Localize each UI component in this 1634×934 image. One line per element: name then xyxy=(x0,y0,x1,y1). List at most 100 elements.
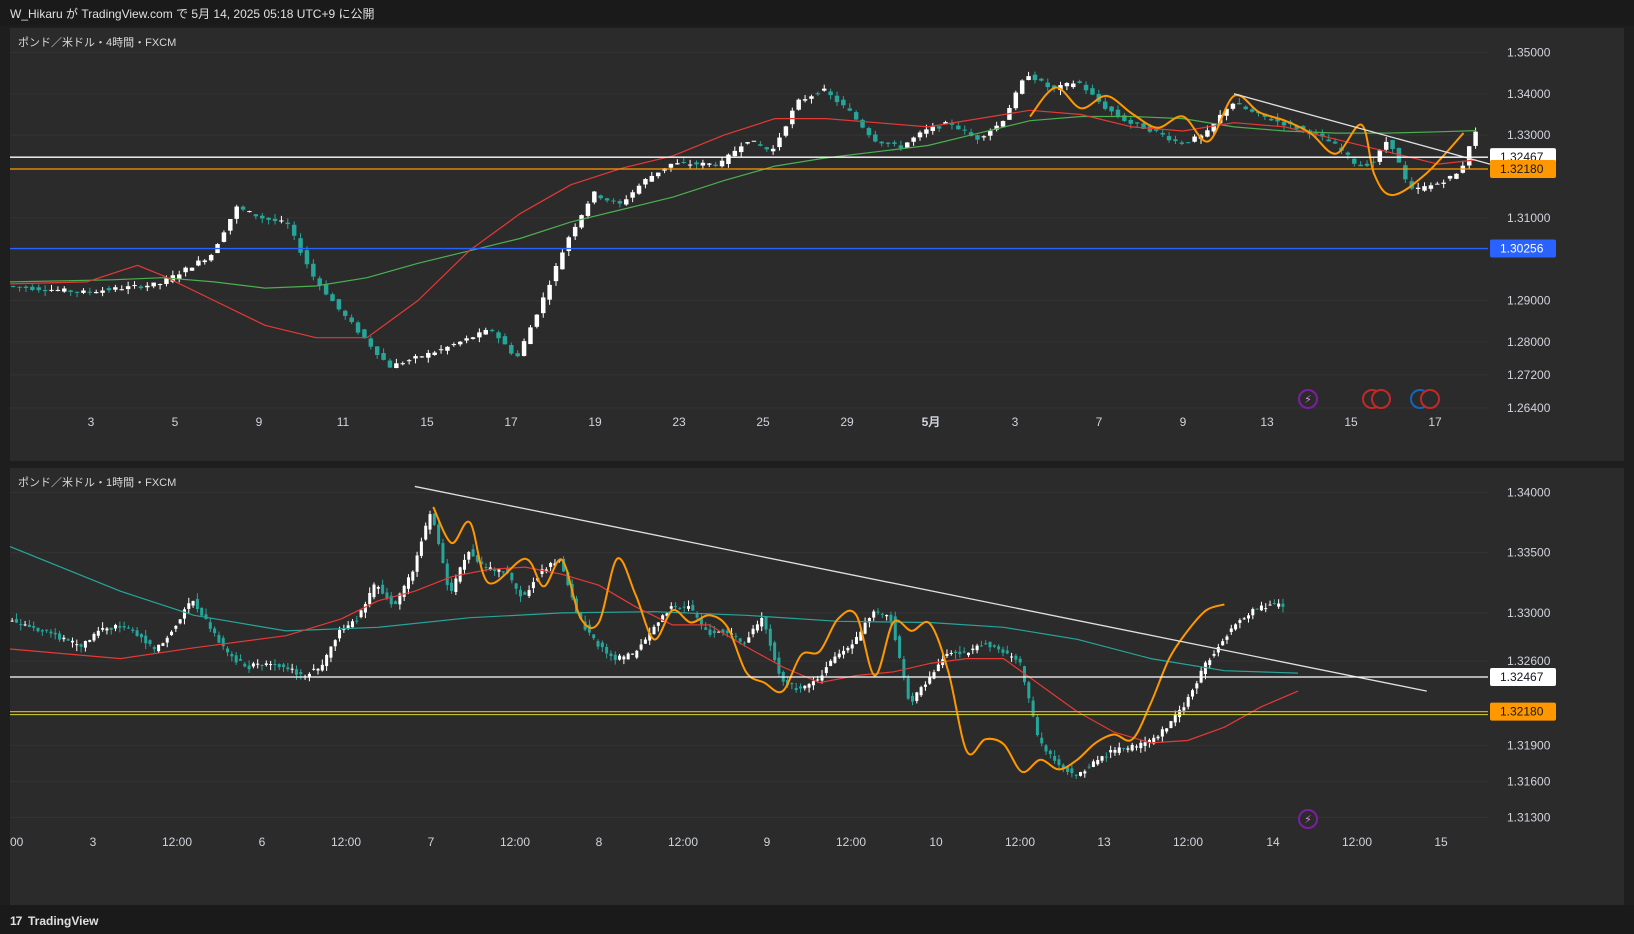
candle-body xyxy=(1179,142,1185,144)
price-axis-label: 1.31600 xyxy=(1507,774,1551,788)
candle-body xyxy=(286,667,290,670)
candle-body xyxy=(841,99,846,106)
candle-body xyxy=(678,607,682,609)
candle-body xyxy=(157,644,161,652)
chart-panel-1h[interactable]: 1.34000 1.33500 1.33000 1.32600 1.31900 1.316… xyxy=(10,468,1624,905)
candle-body xyxy=(1005,650,1009,654)
candle-body xyxy=(381,584,385,594)
candle-body xyxy=(299,671,303,675)
candle-body xyxy=(291,224,297,236)
economic-event-flag-icon[interactable] xyxy=(1420,389,1440,409)
candle-body xyxy=(406,360,412,362)
candle-body xyxy=(783,126,789,136)
candle-body xyxy=(833,656,837,663)
candle-body xyxy=(975,645,979,651)
price-axis-label: 1.33000 xyxy=(1507,606,1551,620)
candle-body xyxy=(226,648,230,653)
time-axis-label: 17 xyxy=(504,415,518,429)
candle-body xyxy=(368,338,374,347)
candle-body xyxy=(138,286,144,289)
candle-body xyxy=(747,637,751,643)
candle-body xyxy=(1281,121,1287,126)
candle-body xyxy=(911,137,916,142)
chart-panel-4h[interactable]: 1.35000 1.34000 1.33000 1.31000 1.29000 1.280… xyxy=(10,28,1624,461)
moving-average-short xyxy=(10,566,1299,744)
candle-body xyxy=(694,162,699,165)
candle-body xyxy=(518,589,522,597)
candle-body xyxy=(905,142,910,148)
chart-4h-svg[interactable]: 1.35000 1.34000 1.33000 1.31000 1.29000 1.280… xyxy=(10,28,1624,461)
candle-body xyxy=(330,294,335,302)
candle-body xyxy=(592,634,596,639)
publish-text: W_Hikaru が TradingView.com で 5月 14, 2025… xyxy=(10,7,375,21)
candle-body xyxy=(768,628,772,646)
candle-body xyxy=(100,290,105,293)
trendline[interactable] xyxy=(414,485,1427,692)
candle-body xyxy=(598,195,603,199)
candle-body xyxy=(553,266,559,282)
candle-body xyxy=(515,353,520,357)
candle-body xyxy=(23,624,27,626)
candle-body xyxy=(191,600,195,606)
candle-body xyxy=(119,289,124,291)
candle-body xyxy=(997,646,1001,650)
candle-body xyxy=(202,260,208,263)
candle-body xyxy=(962,129,967,131)
candle-body xyxy=(988,641,992,648)
candle-body xyxy=(424,525,428,540)
candle-body xyxy=(316,668,320,671)
candle-body xyxy=(282,664,286,668)
candle-body xyxy=(1195,683,1199,689)
candle-body xyxy=(708,629,712,635)
time-axis-label: 29 xyxy=(840,415,854,429)
candle-body xyxy=(528,327,533,345)
candle-body xyxy=(962,651,966,653)
candle-body xyxy=(596,641,600,647)
economic-event-flag-icon[interactable] xyxy=(1371,389,1391,409)
candle-body xyxy=(936,126,942,129)
candle-body xyxy=(592,191,597,203)
candle-body xyxy=(1169,721,1173,729)
candle-body xyxy=(811,681,815,686)
candle-body xyxy=(419,541,423,556)
candle-body xyxy=(1249,109,1255,112)
candle-body xyxy=(1268,604,1272,606)
chart-1h-svg[interactable]: 1.34000 1.33500 1.33000 1.32600 1.31900 1.316… xyxy=(10,468,1624,905)
time-axis-label: 3 xyxy=(1012,415,1019,429)
time-axis-label: 7 xyxy=(428,835,435,849)
candle-body xyxy=(1117,747,1121,753)
time-axis-label: 15 xyxy=(420,415,434,429)
candle-body xyxy=(850,644,854,649)
candle-body xyxy=(118,625,122,628)
time-axis-label: 11 xyxy=(337,415,350,429)
candle-body xyxy=(19,624,23,626)
candle-body xyxy=(732,150,738,157)
candle-body xyxy=(834,95,840,103)
candle-body xyxy=(695,613,699,618)
candle-body xyxy=(755,624,759,631)
price-level-tag-label: 1.32467 xyxy=(1500,670,1544,684)
candle-body xyxy=(1064,83,1070,87)
tradingview-logo[interactable]: 17 TradingView xyxy=(10,914,98,928)
candle-body xyxy=(58,633,62,640)
time-axis-label: 13 xyxy=(1097,835,1111,849)
candle-body xyxy=(1109,750,1113,753)
candle-body xyxy=(213,628,217,634)
candle-body xyxy=(764,616,768,630)
candle-body xyxy=(742,642,746,644)
time-axis-label: 12:00 xyxy=(668,835,698,849)
candle-body xyxy=(541,297,546,314)
candle-body xyxy=(1048,750,1052,755)
candle-body xyxy=(770,148,776,152)
candle-body xyxy=(372,584,376,598)
candle-body xyxy=(618,655,622,660)
candle-body xyxy=(958,651,962,655)
smoothed-price-curve xyxy=(1029,86,1465,197)
candle-body xyxy=(1230,103,1236,109)
price-level-tag-label: 1.32180 xyxy=(1500,705,1544,719)
time-axis-label: 12:00 xyxy=(331,835,361,849)
candle-body xyxy=(971,648,975,651)
candle-body xyxy=(277,664,281,668)
candle-body xyxy=(1259,605,1263,611)
candle-body xyxy=(510,572,514,581)
